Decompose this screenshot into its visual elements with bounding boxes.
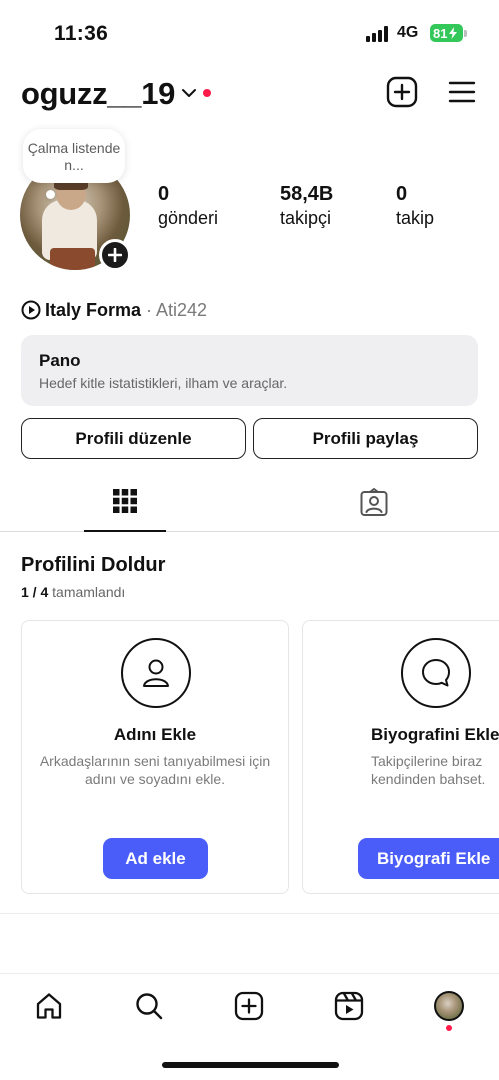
music-separator: ·: [146, 299, 153, 320]
create-icon[interactable]: [386, 76, 418, 108]
dashboard-card[interactable]: Pano Hedef kitle istatistikleri, ilham v…: [21, 335, 478, 406]
complete-profile-progress: 1 / 4 tamamlandı: [21, 584, 125, 600]
note-bubble[interactable]: Çalma listende n...: [23, 129, 125, 183]
profile-notification-dot: [446, 1025, 452, 1031]
share-profile-button[interactable]: Profili paylaş: [253, 418, 478, 459]
create-icon: [234, 991, 264, 1021]
add-name-button[interactable]: Ad ekle: [103, 838, 208, 879]
nav-profile[interactable]: [433, 990, 465, 1022]
play-icon: [21, 300, 41, 320]
stat-following-label: takip: [396, 208, 435, 228]
home-indicator[interactable]: [162, 1062, 339, 1068]
tagged-icon: [360, 488, 388, 516]
progress-label: tamamlandı: [52, 584, 126, 600]
add-name-description: Arkadaşlarının seni tanıyabilmesi için a…: [39, 753, 271, 787]
battery-icon: 81: [430, 24, 463, 42]
music-artist: Ati242: [156, 299, 208, 320]
nav-home[interactable]: [33, 990, 65, 1022]
add-bio-title: Biyografini Ekle: [371, 725, 499, 744]
battery-level: 81: [433, 25, 448, 41]
stat-posts[interactable]: 0 gönderi: [158, 183, 218, 229]
stat-followers[interactable]: 58,4B takipçi: [280, 183, 333, 229]
network-type: 4G: [397, 24, 419, 41]
reels-icon: [334, 991, 364, 1021]
chat-bubble-icon: [401, 638, 471, 708]
content-divider: [0, 913, 499, 914]
menu-icon[interactable]: [448, 80, 476, 104]
add-bio-card: Biyografini Ekle Takipçilerine biraz ken…: [302, 620, 499, 894]
notification-dot: [203, 89, 211, 97]
tab-tagged[interactable]: [333, 478, 415, 532]
stat-followers-count: 58,4B: [280, 183, 334, 205]
add-name-title: Adını Ekle: [113, 725, 197, 744]
profile-avatar-icon: [434, 991, 464, 1021]
stat-posts-label: gönderi: [158, 208, 219, 228]
dashboard-title: Pano: [39, 351, 81, 370]
music-song: Italy Forma: [45, 299, 142, 320]
status-bar: 11:36 4G 81: [0, 0, 499, 66]
username[interactable]: oguzz__19: [21, 76, 175, 112]
add-story-icon[interactable]: [99, 239, 131, 271]
stat-followers-label: takipçi: [280, 208, 332, 228]
add-bio-description: Takipçilerine biraz kendinden bahset.: [371, 753, 486, 787]
stat-posts-count: 0: [158, 183, 170, 205]
complete-profile-title: Profilini Doldur: [21, 554, 166, 576]
profile-tabs: [0, 478, 499, 532]
dashboard-subtitle: Hedef kitle istatistikleri, ilham ve ara…: [39, 375, 288, 391]
nav-reels[interactable]: [333, 990, 365, 1022]
profile-header: oguzz__19: [0, 70, 499, 118]
grid-icon: [113, 489, 137, 513]
active-tab-indicator: [84, 530, 166, 532]
stat-following[interactable]: 0 takip: [396, 183, 434, 229]
chevron-down-icon[interactable]: [180, 84, 198, 102]
home-icon: [36, 993, 62, 1019]
battery-tip: [464, 30, 467, 37]
add-bio-button[interactable]: Biyografi Ekle: [358, 838, 499, 879]
tab-posts-grid[interactable]: [84, 478, 166, 532]
note-bubble-tail: [46, 190, 55, 199]
nav-create[interactable]: [233, 990, 265, 1022]
profile-music[interactable]: Italy Forma · Ati242: [21, 298, 207, 322]
nav-search[interactable]: [133, 990, 165, 1022]
status-time: 11:36: [54, 22, 109, 45]
signal-icon: [366, 26, 388, 42]
progress-count: 1 / 4: [21, 584, 49, 600]
user-icon: [121, 638, 191, 708]
edit-profile-button[interactable]: Profili düzenle: [21, 418, 246, 459]
bottom-nav: [0, 973, 499, 1037]
add-name-card: Adını Ekle Arkadaşlarının seni tanıyabil…: [21, 620, 289, 894]
stat-following-count: 0: [396, 183, 408, 205]
search-icon: [136, 993, 163, 1020]
